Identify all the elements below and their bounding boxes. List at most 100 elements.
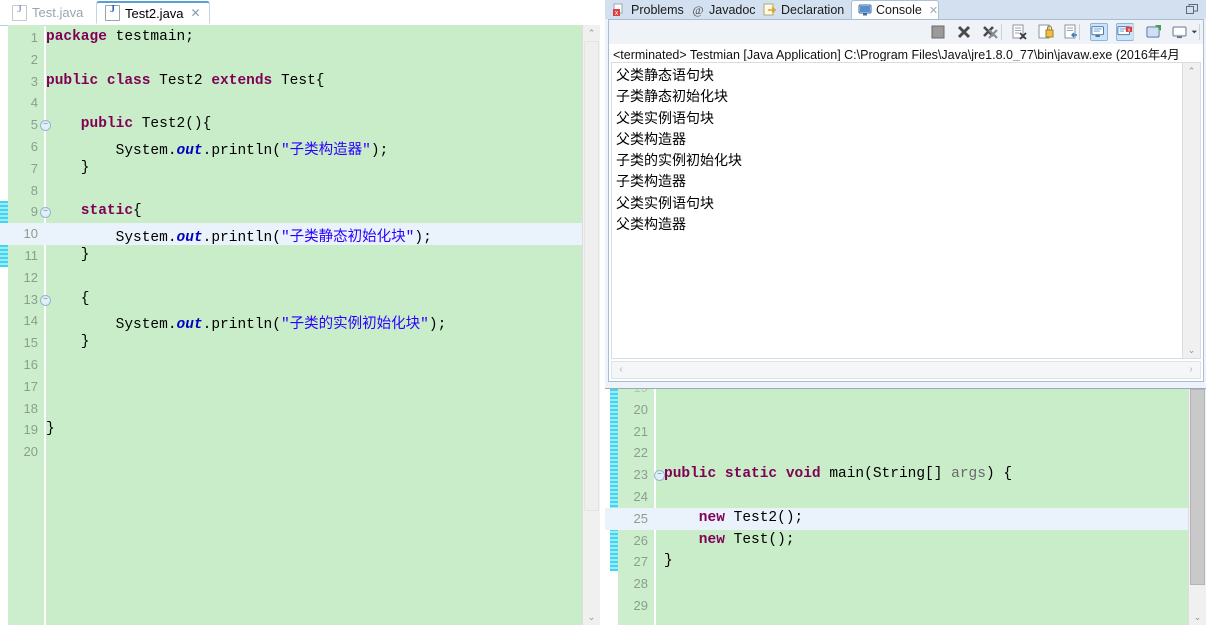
view-tab-label: Problems bbox=[631, 2, 684, 17]
code-line: 18 bbox=[0, 398, 600, 420]
console-output-line: 父类实例语句块 bbox=[616, 109, 714, 126]
console-launch-label: <terminated> Testmian [Java Application]… bbox=[613, 48, 1180, 61]
editor-tab-test-java[interactable]: Test.java bbox=[4, 1, 91, 24]
scroll-lock-button[interactable] bbox=[1037, 23, 1055, 41]
console-vertical-scrollbar[interactable]: ⌃ ⌄ bbox=[1182, 63, 1200, 358]
scroll-up-icon[interactable]: ⌃ bbox=[1183, 63, 1200, 79]
code-line: 19} bbox=[0, 419, 600, 441]
clear-console-button[interactable] bbox=[1011, 23, 1029, 41]
code-line: 22 bbox=[605, 442, 1206, 464]
line-number: 19 bbox=[23, 422, 38, 438]
console-output-line: 父类构造器 bbox=[616, 130, 686, 147]
display-selected-console-button[interactable] bbox=[1171, 23, 1189, 41]
svg-text:x: x bbox=[1128, 28, 1131, 34]
line-number: 13 bbox=[23, 291, 38, 307]
toolbar-separator bbox=[1001, 24, 1002, 40]
scroll-down-icon[interactable]: ⌄ bbox=[1189, 609, 1206, 625]
clear-console-icon bbox=[1012, 24, 1027, 40]
line-number: 22 bbox=[633, 445, 648, 461]
console-output-line: 子类静态初始化块 bbox=[616, 88, 728, 105]
code-line: 7 } bbox=[0, 158, 600, 180]
code-line: 11 } bbox=[0, 245, 600, 267]
code-text: } bbox=[46, 421, 55, 438]
show-console-output-button[interactable] bbox=[1090, 23, 1108, 41]
show-console-error-button[interactable]: x bbox=[1116, 23, 1134, 41]
line-number: 12 bbox=[23, 269, 38, 285]
code-line: 24 bbox=[605, 486, 1206, 508]
code-text: public class Test2 extends Test{ bbox=[46, 72, 325, 89]
remove-x-icon bbox=[957, 25, 971, 39]
pin-console-button[interactable] bbox=[1145, 23, 1163, 41]
scroll-left-icon[interactable]: ‹ bbox=[613, 362, 629, 378]
restore-view-icon[interactable] bbox=[1186, 4, 1198, 15]
code-text: new Test(); bbox=[664, 531, 795, 548]
code-line: 12 bbox=[0, 267, 600, 289]
remove-all-launches-button[interactable] bbox=[981, 23, 999, 41]
code-text: System.out.println("子类静态初始化块"); bbox=[46, 230, 432, 247]
scroll-down-icon[interactable]: ⌄ bbox=[583, 609, 600, 625]
line-number: 29 bbox=[633, 597, 648, 613]
line-number: 25 bbox=[633, 510, 648, 526]
view-tab-label: Javadoc bbox=[709, 2, 756, 17]
code-line: 6 System.out.println("子类构造器"); bbox=[0, 136, 600, 159]
stop-square-icon bbox=[931, 25, 945, 39]
scroll-up-icon[interactable]: ⌃ bbox=[583, 25, 600, 41]
line-number: 2 bbox=[30, 51, 38, 67]
scroll-down-icon[interactable]: ⌄ bbox=[1183, 342, 1200, 358]
line-number: 11 bbox=[24, 247, 39, 263]
code-text: } bbox=[46, 159, 90, 176]
editor-tab-label: Test2.java bbox=[125, 5, 184, 21]
code-line: 23− public static void main(String[] args… bbox=[605, 464, 1206, 486]
code-line: 1 package testmain; bbox=[0, 27, 600, 49]
editor-tab-test2-java[interactable]: Test2.java ✕ bbox=[96, 1, 210, 24]
close-icon[interactable]: ✕ bbox=[929, 4, 938, 17]
console-output-area[interactable]: 父类静态语句块 子类静态初始化块 父类实例语句块 父类构造器 子类的实例初始化块 子类构造… bbox=[611, 62, 1201, 359]
code-editor-left[interactable]: 1 package testmain; 2 3 public class Test2 e… bbox=[0, 25, 600, 625]
code-line: 25 new Test2(); bbox=[605, 507, 1206, 530]
line-number: 26 bbox=[633, 532, 648, 548]
code-line: 2 bbox=[0, 49, 600, 71]
code-text: System.out.println("子类的实例初始化块"); bbox=[46, 317, 447, 334]
code-line: 5− public Test2(){ bbox=[0, 114, 600, 136]
console-icon bbox=[858, 3, 872, 17]
terminate-button[interactable] bbox=[929, 23, 947, 41]
console-output-line: 子类的实例初始化块 bbox=[616, 152, 742, 169]
line-number: 4 bbox=[30, 95, 38, 111]
console-toolbar: x bbox=[609, 20, 1203, 44]
console-output-line: 父类实例语句块 bbox=[616, 194, 714, 211]
scrollbar-thumb[interactable] bbox=[1190, 389, 1205, 585]
line-number: 27 bbox=[633, 554, 648, 570]
code-editor-bottom[interactable]: 19 20 21 22 23−public static void main(Strin… bbox=[605, 389, 1206, 625]
code-text: } bbox=[664, 553, 673, 570]
line-number: 7 bbox=[30, 160, 38, 176]
toolbar-separator bbox=[1133, 24, 1134, 40]
line-number: 24 bbox=[633, 488, 648, 504]
scrollbar-thumb[interactable] bbox=[584, 41, 599, 511]
view-tab-declaration[interactable]: Declaration bbox=[757, 0, 851, 19]
view-tab-javadoc[interactable]: @ Javadoc bbox=[685, 0, 757, 19]
editor-vertical-scrollbar[interactable]: ⌃ ⌄ bbox=[582, 25, 600, 625]
scroll-right-icon[interactable]: › bbox=[1183, 362, 1199, 378]
view-tab-problems[interactable]: x Problems bbox=[607, 0, 685, 19]
code-text: public static void main(String[] args) { bbox=[664, 466, 1013, 483]
console-horizontal-scrollbar[interactable]: ‹ › bbox=[611, 361, 1201, 379]
right-panel: x Problems @ Javadoc Declaration Console ✕ x <… bbox=[605, 0, 1206, 625]
close-icon[interactable]: ✕ bbox=[191, 6, 201, 20]
javadoc-at-icon: @ bbox=[691, 3, 705, 17]
code-line: 26 new Test(); bbox=[605, 530, 1206, 552]
line-number: 21 bbox=[633, 423, 648, 439]
line-number: 15 bbox=[23, 335, 38, 351]
line-number: 16 bbox=[23, 356, 38, 372]
code-line: 29 bbox=[605, 595, 1206, 617]
code-text: package testmain; bbox=[46, 29, 194, 45]
problems-icon: x bbox=[613, 3, 627, 17]
display-selected-icon bbox=[1172, 26, 1187, 39]
line-number: 14 bbox=[23, 313, 38, 329]
editor-tab-label: Test.java bbox=[32, 5, 84, 20]
pin-console-icon bbox=[1146, 25, 1161, 38]
console-output-lines: 父类静态语句块 子类静态初始化块 父类实例语句块 父类构造器 子类的实例初始化块 子类构造… bbox=[616, 65, 1180, 235]
view-tab-console[interactable]: Console ✕ bbox=[851, 0, 939, 19]
remove-launch-button[interactable] bbox=[955, 23, 973, 41]
code-line: 27} bbox=[605, 551, 1206, 573]
editor-vertical-scrollbar[interactable]: ⌃ ⌄ bbox=[1188, 389, 1206, 625]
